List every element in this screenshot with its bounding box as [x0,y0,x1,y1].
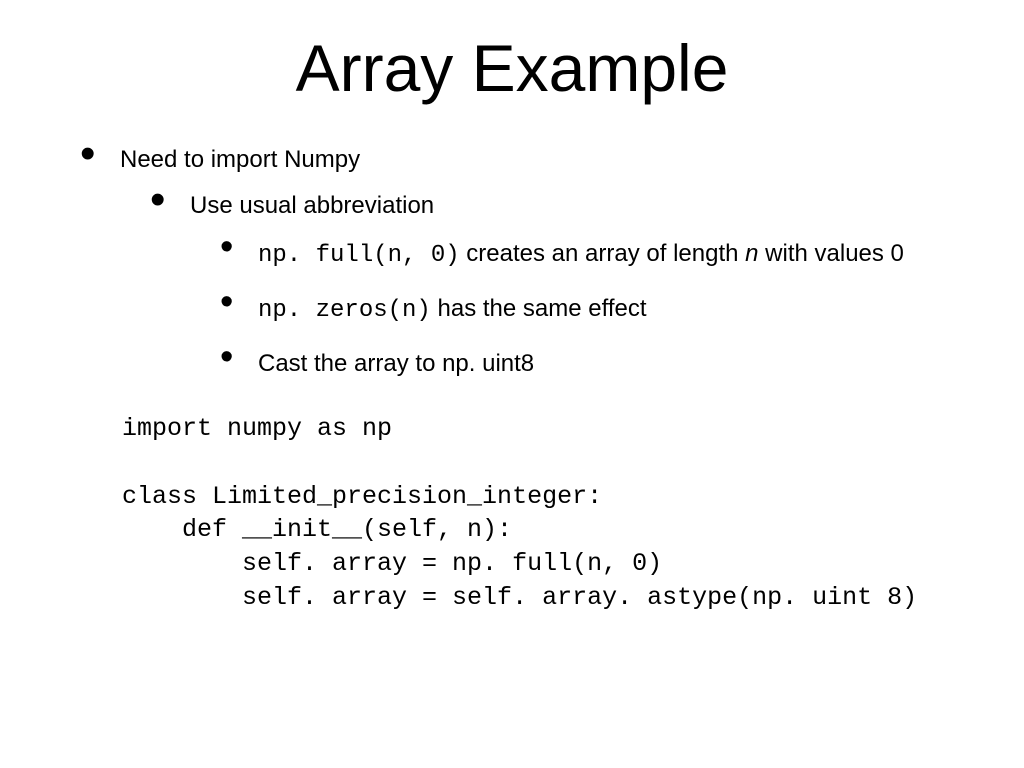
bullet-need-import: Need to import Numpy Use usual abbreviat… [80,146,974,378]
bullet-use-abbrev: Use usual abbreviation np. full(n, 0) cr… [150,192,974,378]
bullet-text: has the same effect [431,295,647,322]
bullet-list-level-1: Need to import Numpy Use usual abbreviat… [80,146,974,378]
bullet-np-full: np. full(n, 0) creates an array of lengt… [220,240,974,269]
bullet-list-level-2: Use usual abbreviation np. full(n, 0) cr… [150,192,974,378]
bullet-text: Use usual abbreviation [190,192,434,219]
code-inline: np. zeros(n) [258,297,431,324]
em-text: n [745,240,758,267]
code-inline: np. full(n, 0) [258,242,460,269]
bullet-text: Cast the array to np. uint8 [258,350,534,377]
bullet-list-level-3: np. full(n, 0) creates an array of lengt… [220,240,974,378]
bullet-text: creates an array of length [460,240,746,267]
bullet-text: Need to import Numpy [120,146,360,173]
slide: Array Example Need to import Numpy Use u… [0,0,1024,768]
bullet-cast-uint8: Cast the array to np. uint8 [220,350,974,378]
slide-title: Array Example [50,30,974,106]
bullet-text: with values 0 [759,240,904,267]
bullet-np-zeros: np. zeros(n) has the same effect [220,295,974,324]
code-block: import numpy as np class Limited_precisi… [122,412,974,615]
